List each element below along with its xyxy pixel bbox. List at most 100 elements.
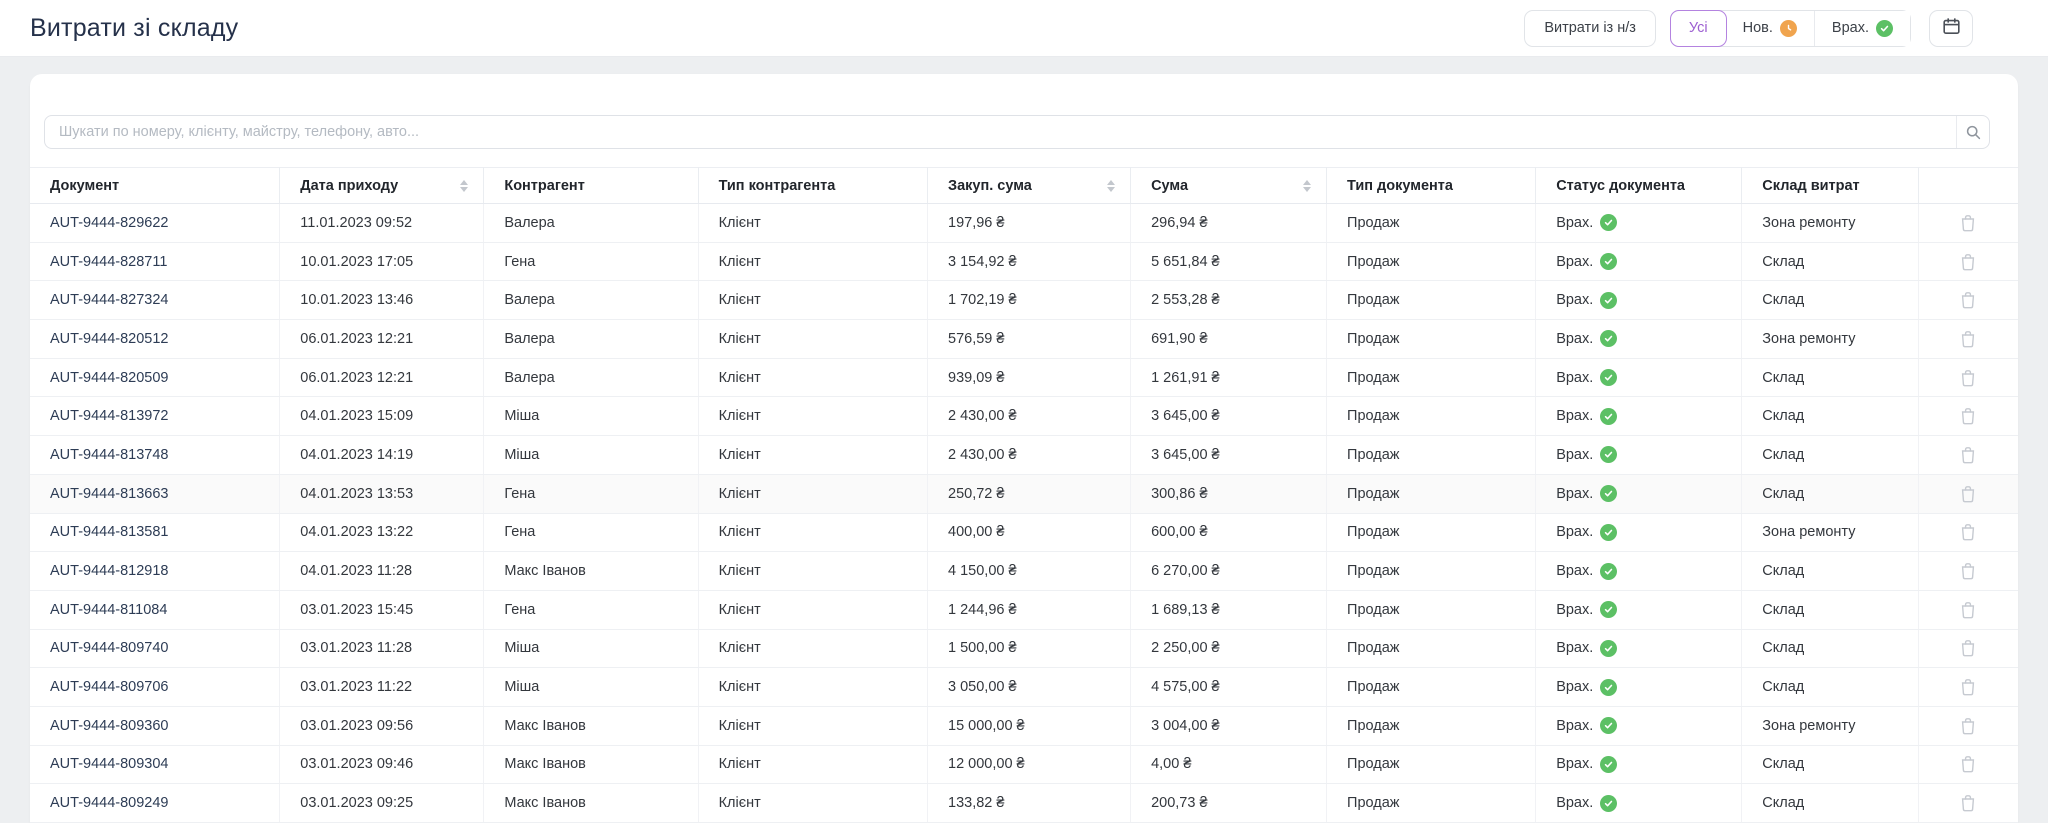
arrival-date-cell: 04.01.2023 11:28 <box>280 552 484 591</box>
filter-tab-new[interactable]: Нов. <box>1726 11 1814 46</box>
trash-icon[interactable] <box>1960 291 1976 309</box>
check-icon <box>1600 563 1617 580</box>
delete-cell[interactable] <box>1918 706 2018 745</box>
document-cell: AUT-9444-809740 <box>30 629 280 668</box>
status-label: Врах. <box>1556 254 1593 270</box>
table-row[interactable]: AUT-9444-82871110.01.2023 17:05ГенаКлієн… <box>30 242 2018 281</box>
table-row[interactable]: AUT-9444-81108403.01.2023 15:45ГенаКлієн… <box>30 590 2018 629</box>
trash-icon[interactable] <box>1960 407 1976 425</box>
table-row[interactable]: AUT-9444-81366304.01.2023 13:53ГенаКлієн… <box>30 474 2018 513</box>
delete-cell[interactable] <box>1918 281 2018 320</box>
trash-icon[interactable] <box>1960 639 1976 657</box>
delete-cell[interactable] <box>1918 668 2018 707</box>
status-cell: Врах. <box>1536 745 1742 784</box>
trash-icon[interactable] <box>1960 523 1976 541</box>
table-row[interactable]: AUT-9444-80930403.01.2023 09:46Макс Іван… <box>30 745 2018 784</box>
delete-cell[interactable] <box>1918 204 2018 243</box>
trash-icon[interactable] <box>1960 369 1976 387</box>
table-row[interactable]: AUT-9444-81358104.01.2023 13:22ГенаКлієн… <box>30 513 2018 552</box>
delete-cell[interactable] <box>1918 590 2018 629</box>
warehouse-cell: Склад <box>1742 358 1919 397</box>
contractor-cell: Гена <box>484 242 698 281</box>
sum-cell: 5 651,84 ₴ <box>1131 242 1327 281</box>
table-row[interactable]: AUT-9444-81374804.01.2023 14:19МішаКлієн… <box>30 436 2018 475</box>
trash-icon[interactable] <box>1960 330 1976 348</box>
table-row[interactable]: AUT-9444-82051206.01.2023 12:21ВалераКлі… <box>30 320 2018 359</box>
trash-icon[interactable] <box>1960 446 1976 464</box>
sum-cell: 600,00 ₴ <box>1131 513 1327 552</box>
page-title: Витрати зі складу <box>30 14 238 43</box>
sum-cell: 200,73 ₴ <box>1131 784 1327 823</box>
delete-cell[interactable] <box>1918 474 2018 513</box>
table-row[interactable]: AUT-9444-80970603.01.2023 11:22МішаКлієн… <box>30 668 2018 707</box>
contractor-type-cell: Клієнт <box>698 320 927 359</box>
table-row[interactable]: AUT-9444-80974003.01.2023 11:28МішаКлієн… <box>30 629 2018 668</box>
table-row[interactable]: AUT-9444-81291804.01.2023 11:28Макс Іван… <box>30 552 2018 591</box>
contractor-type-cell: Клієнт <box>698 204 927 243</box>
search-icon[interactable] <box>1956 116 1989 148</box>
search-input[interactable] <box>45 116 1956 148</box>
status-cell: Врах. <box>1536 706 1742 745</box>
delete-cell[interactable] <box>1918 397 2018 436</box>
table-row[interactable]: AUT-9444-82732410.01.2023 13:46ВалераКлі… <box>30 281 2018 320</box>
sum-cell: 3 645,00 ₴ <box>1131 436 1327 475</box>
status-cell: Врах. <box>1536 358 1742 397</box>
trash-icon[interactable] <box>1960 794 1976 812</box>
delete-cell[interactable] <box>1918 784 2018 823</box>
sort-icon[interactable] <box>460 180 468 192</box>
delete-cell[interactable] <box>1918 552 2018 591</box>
trash-icon[interactable] <box>1960 214 1976 232</box>
sum-cell: 2 553,28 ₴ <box>1131 281 1327 320</box>
delete-cell[interactable] <box>1918 242 2018 281</box>
expenses-nz-button[interactable]: Витрати із н/з <box>1524 10 1656 47</box>
table-row[interactable]: AUT-9444-82050906.01.2023 12:21ВалераКлі… <box>30 358 2018 397</box>
trash-icon[interactable] <box>1960 253 1976 271</box>
status-label: Врах. <box>1556 718 1593 734</box>
table-row[interactable]: AUT-9444-82962211.01.2023 09:52ВалераКлі… <box>30 204 2018 243</box>
calendar-button[interactable] <box>1929 10 1973 47</box>
trash-icon[interactable] <box>1960 562 1976 580</box>
trash-icon[interactable] <box>1960 485 1976 503</box>
trash-icon[interactable] <box>1960 717 1976 735</box>
sort-icon[interactable] <box>1303 180 1311 192</box>
contractor-cell: Макс Іванов <box>484 706 698 745</box>
doc-type-cell: Продаж <box>1327 474 1536 513</box>
check-icon <box>1600 446 1617 463</box>
sort-icon[interactable] <box>1107 180 1115 192</box>
table-body: AUT-9444-82962211.01.2023 09:52ВалераКлі… <box>30 204 2018 823</box>
warehouse-cell: Зона ремонту <box>1742 513 1919 552</box>
delete-cell[interactable] <box>1918 745 2018 784</box>
doc-type-cell: Продаж <box>1327 204 1536 243</box>
document-cell: AUT-9444-820512 <box>30 320 280 359</box>
contractor-type-cell: Клієнт <box>698 436 927 475</box>
status-label: Врах. <box>1556 215 1593 231</box>
contractor-cell: Макс Іванов <box>484 745 698 784</box>
delete-cell[interactable] <box>1918 320 2018 359</box>
document-cell: AUT-9444-809706 <box>30 668 280 707</box>
sum-cell: 296,94 ₴ <box>1131 204 1327 243</box>
table-row[interactable]: AUT-9444-80924903.01.2023 09:25Макс Іван… <box>30 784 2018 823</box>
table-row[interactable]: AUT-9444-80936003.01.2023 09:56Макс Іван… <box>30 706 2018 745</box>
document-cell: AUT-9444-809360 <box>30 706 280 745</box>
trash-icon[interactable] <box>1960 678 1976 696</box>
purchase-sum-cell: 3 050,00 ₴ <box>928 668 1131 707</box>
filter-tab-all[interactable]: Усі <box>1670 10 1727 47</box>
trash-icon[interactable] <box>1960 601 1976 619</box>
delete-cell[interactable] <box>1918 436 2018 475</box>
contractor-type-cell: Клієнт <box>698 513 927 552</box>
sum-cell: 1 261,91 ₴ <box>1131 358 1327 397</box>
topbar-actions: Витрати із н/з Усі Нов. Врах. <box>1524 10 1973 47</box>
trash-icon[interactable] <box>1960 755 1976 773</box>
delete-cell[interactable] <box>1918 513 2018 552</box>
document-cell: AUT-9444-809304 <box>30 745 280 784</box>
purchase-sum-cell: 133,82 ₴ <box>928 784 1131 823</box>
sum-cell: 300,86 ₴ <box>1131 474 1327 513</box>
arrival-date-cell: 03.01.2023 09:56 <box>280 706 484 745</box>
filter-tab-accounted[interactable]: Врах. <box>1814 11 1910 46</box>
contractor-cell: Міша <box>484 397 698 436</box>
table-row[interactable]: AUT-9444-81397204.01.2023 15:09МішаКлієн… <box>30 397 2018 436</box>
check-icon <box>1600 640 1617 657</box>
delete-cell[interactable] <box>1918 629 2018 668</box>
purchase-sum-cell: 4 150,00 ₴ <box>928 552 1131 591</box>
delete-cell[interactable] <box>1918 358 2018 397</box>
